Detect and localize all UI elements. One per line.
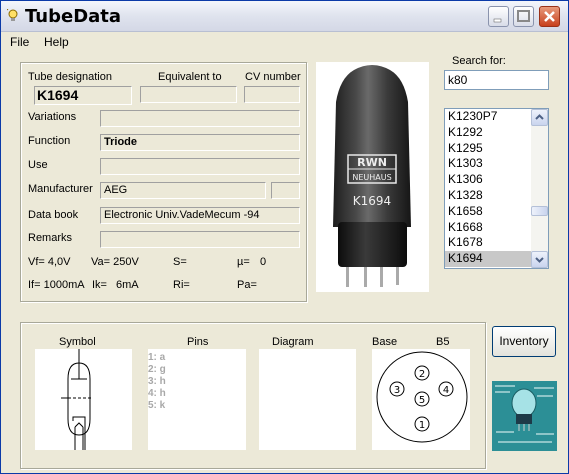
scroll-thumb[interactable]	[531, 206, 548, 216]
pin-item: 3: h	[148, 376, 166, 387]
variations-field[interactable]	[100, 110, 300, 127]
close-icon	[544, 11, 555, 22]
symbol-box	[35, 349, 132, 450]
minimize-button[interactable]	[488, 6, 509, 27]
scroll-down-button[interactable]	[531, 251, 548, 268]
variations-label: Variations	[28, 111, 77, 123]
search-label: Search for:	[452, 55, 506, 67]
menu-help[interactable]: Help	[44, 35, 69, 49]
base-box: 2 3 4 5 1	[372, 349, 470, 450]
pin-item: 2: g	[148, 364, 166, 375]
if-value: If= 1000mA	[28, 279, 85, 291]
manufacturer-field[interactable]: AEG	[100, 182, 266, 199]
databook-label: Data book	[28, 209, 79, 221]
chevron-up-icon	[535, 114, 544, 120]
app-window: TubeData File Help Tube designation Equi…	[0, 0, 569, 474]
scroll-up-button[interactable]	[531, 109, 548, 126]
remarks-label: Remarks	[28, 232, 73, 244]
pins-label: Pins	[187, 336, 209, 348]
va-value: Va= 250V	[91, 256, 139, 268]
maximize-button[interactable]	[513, 6, 534, 27]
use-label: Use	[28, 159, 48, 171]
diagram-box	[259, 349, 356, 450]
databook-field[interactable]: Electronic Univ.VadeMecum -94	[100, 207, 300, 224]
window-title: TubeData	[25, 6, 122, 27]
base-pinout-diagram: 2 3 4 5 1	[376, 351, 468, 443]
inventory-logo	[492, 381, 557, 451]
photo-label: K1694	[353, 194, 391, 208]
equivalent-label: Equivalent to	[158, 71, 222, 83]
use-field[interactable]	[100, 158, 300, 175]
base-pin-2: 2	[419, 369, 425, 380]
function-field[interactable]: Triode	[100, 134, 300, 151]
function-label: Function	[28, 135, 71, 147]
ri-value: Ri=	[173, 279, 190, 291]
manufacturer-label: Manufacturer	[28, 183, 93, 195]
pin-item: 5: k	[148, 400, 166, 411]
cv-number-label: CV number	[245, 71, 301, 83]
title-bar[interactable]: TubeData	[1, 1, 568, 32]
vf-value: Vf= 4,0V	[28, 256, 71, 268]
mu-value: 0	[260, 256, 267, 268]
list-scrollbar[interactable]	[531, 109, 548, 268]
chevron-down-icon	[535, 257, 544, 263]
inventory-button[interactable]: Inventory	[492, 326, 556, 357]
inventory-tube-logo-icon	[492, 381, 557, 451]
tube-list[interactable]: K1230P7 K1292 K1295 K1303 K1306 K1328 K1658 K16…	[444, 108, 549, 269]
remarks-field[interactable]	[100, 231, 300, 248]
base-pin-3: 3	[394, 385, 400, 396]
mu-label: µ=	[237, 256, 250, 268]
base-label: Base	[372, 336, 398, 348]
lightbulb-icon	[7, 9, 18, 21]
tube-photo: RWN NEUHAUS K1694	[316, 62, 429, 292]
s-value: S=	[173, 256, 187, 268]
ik-label: Ik=	[92, 279, 107, 291]
menu-bar: File Help	[1, 32, 568, 52]
search-input[interactable]	[444, 70, 549, 90]
diagram-label: Diagram	[272, 336, 314, 348]
equivalent-field[interactable]	[140, 86, 237, 103]
photo-brand-top: RWN	[357, 156, 387, 169]
ik-value: 6mA	[116, 279, 139, 291]
vacuum-tube-image: RWN NEUHAUS K1694	[333, 65, 411, 287]
pins-box: 1: a 2: g 3: h 4: h 5: k	[148, 349, 246, 450]
pin-item: 4: h	[148, 388, 166, 399]
base-pin-5: 5	[419, 395, 425, 406]
close-button[interactable]	[539, 6, 560, 27]
minimize-icon	[493, 18, 502, 23]
base-type: B5	[436, 336, 450, 348]
base-pin-1: 1	[419, 420, 425, 431]
triode-symbol-icon	[61, 349, 91, 450]
tube-designation-field[interactable]: K1694	[34, 86, 132, 105]
pa-value: Pa=	[237, 279, 257, 291]
manufacturer-extra-field[interactable]	[271, 182, 300, 199]
cv-number-field[interactable]	[244, 86, 300, 103]
tube-designation-label: Tube designation	[28, 71, 112, 83]
photo-brand-bottom: NEUHAUS	[352, 173, 391, 182]
maximize-icon	[517, 10, 530, 22]
pin-item: 1: a	[148, 352, 166, 363]
symbol-label: Symbol	[59, 336, 96, 348]
menu-file[interactable]: File	[10, 35, 29, 49]
base-pin-4: 4	[443, 385, 449, 396]
